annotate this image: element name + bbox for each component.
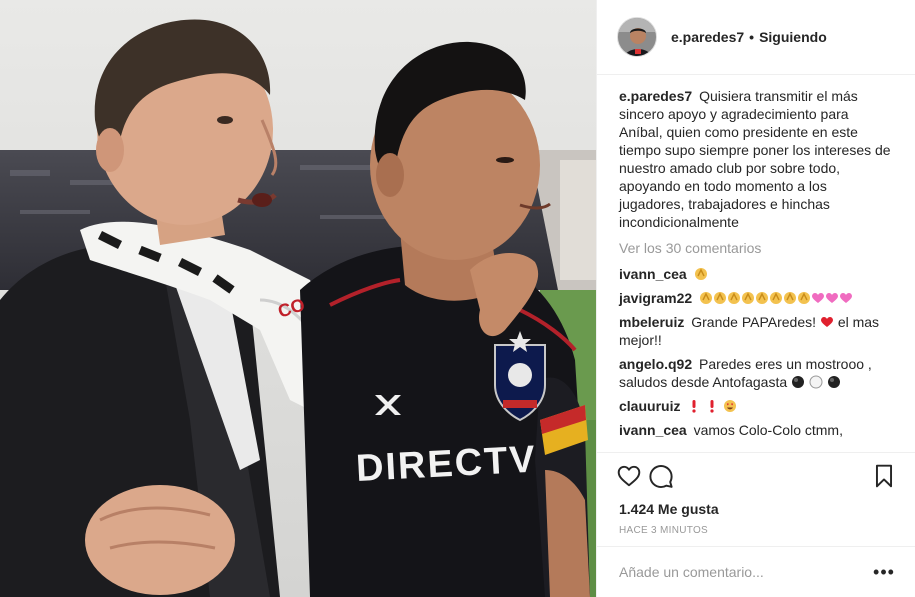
pink-heart-emoji-icon	[811, 291, 825, 305]
clap-emoji-icon	[755, 291, 769, 305]
header-separator: •	[749, 29, 755, 45]
comment-username[interactable]: mbeleruiz	[619, 314, 684, 330]
save-button[interactable]	[868, 460, 900, 492]
add-comment-input[interactable]	[619, 564, 872, 580]
clap-emoji-icon	[797, 291, 811, 305]
clap-emoji-icon	[699, 291, 713, 305]
comment-item: angelo.q92 Paredes eres un mostrooo , sa…	[619, 355, 894, 391]
heart-eyes-emoji-icon	[723, 399, 737, 413]
post-header: e.paredes7 • Siguiendo	[597, 0, 915, 75]
comment-username[interactable]: angelo.q92	[619, 356, 692, 372]
comment-username[interactable]: clauuruiz	[619, 398, 680, 414]
clap-emoji-icon	[741, 291, 755, 305]
comment-button[interactable]	[645, 460, 677, 492]
post-caption: e.paredes7 Quisiera transmitir el más si…	[619, 87, 894, 231]
emoji-row	[699, 290, 853, 306]
pink-heart-emoji-icon	[839, 291, 853, 305]
comment-item: mbeleruiz Grande PAPAredes! el mas mejor…	[619, 313, 894, 349]
follow-status-button[interactable]: Siguiendo	[759, 29, 827, 45]
comment-item: clauuruiz	[619, 397, 894, 415]
exclamation-emoji-icon	[687, 399, 701, 413]
clap-emoji-icon	[713, 291, 727, 305]
action-bar	[597, 453, 915, 499]
post-actions-section: 1.424 Me gusta HACE 3 MINUTOS	[597, 452, 915, 536]
more-options-icon[interactable]: •••	[872, 560, 896, 584]
exclamation-emoji-icon	[705, 399, 719, 413]
comment-item: ivann_cea	[619, 265, 894, 283]
comment-item: javigram22	[619, 289, 894, 307]
white-circle-emoji-icon	[809, 375, 823, 389]
comment-text: vamos Colo-Colo ctmm,	[693, 422, 843, 438]
black-circle-emoji-icon	[827, 375, 841, 389]
pink-heart-emoji-icon	[825, 291, 839, 305]
clap-emoji-icon	[783, 291, 797, 305]
add-comment-bar: •••	[597, 546, 915, 597]
black-circle-emoji-icon	[791, 375, 805, 389]
like-button[interactable]	[613, 460, 645, 492]
comment-username[interactable]: ivann_cea	[619, 266, 687, 282]
caption-text: Quisiera transmitir el más sincero apoyo…	[619, 88, 891, 230]
comment-text: Grande PAPAredes!	[691, 314, 817, 330]
comment-username[interactable]: javigram22	[619, 290, 692, 306]
likes-count[interactable]: 1.424 Me gusta	[597, 499, 915, 519]
comments-list[interactable]: e.paredes7 Quisiera transmitir el más si…	[597, 82, 915, 454]
caption-username[interactable]: e.paredes7	[619, 88, 692, 104]
header-username[interactable]: e.paredes7	[671, 29, 744, 45]
clap-emoji-icon	[769, 291, 783, 305]
red-heart-emoji-icon	[820, 315, 834, 329]
post-side-panel: e.paredes7 • Siguiendo e.paredes7 Quisie…	[596, 0, 915, 597]
view-all-comments-link[interactable]: Ver los 30 comentarios	[619, 239, 894, 257]
comment-username[interactable]: ivann_cea	[619, 422, 687, 438]
heart-icon	[617, 465, 641, 487]
comment-item: ivann_cea vamos Colo-Colo ctmm,	[619, 421, 894, 439]
clap-emoji-icon	[694, 267, 708, 281]
clap-emoji-icon	[727, 291, 741, 305]
bookmark-icon	[875, 464, 893, 488]
avatar[interactable]	[617, 17, 657, 57]
post-photo[interactable]: CO DIRECTV	[0, 0, 596, 597]
instagram-post: CO DIRECTV e.paredes7 • Siguiendo e.pare…	[0, 0, 915, 597]
avatar-image	[618, 18, 656, 56]
post-timestamp: HACE 3 MINUTOS	[619, 525, 709, 536]
comment-icon	[649, 465, 673, 489]
